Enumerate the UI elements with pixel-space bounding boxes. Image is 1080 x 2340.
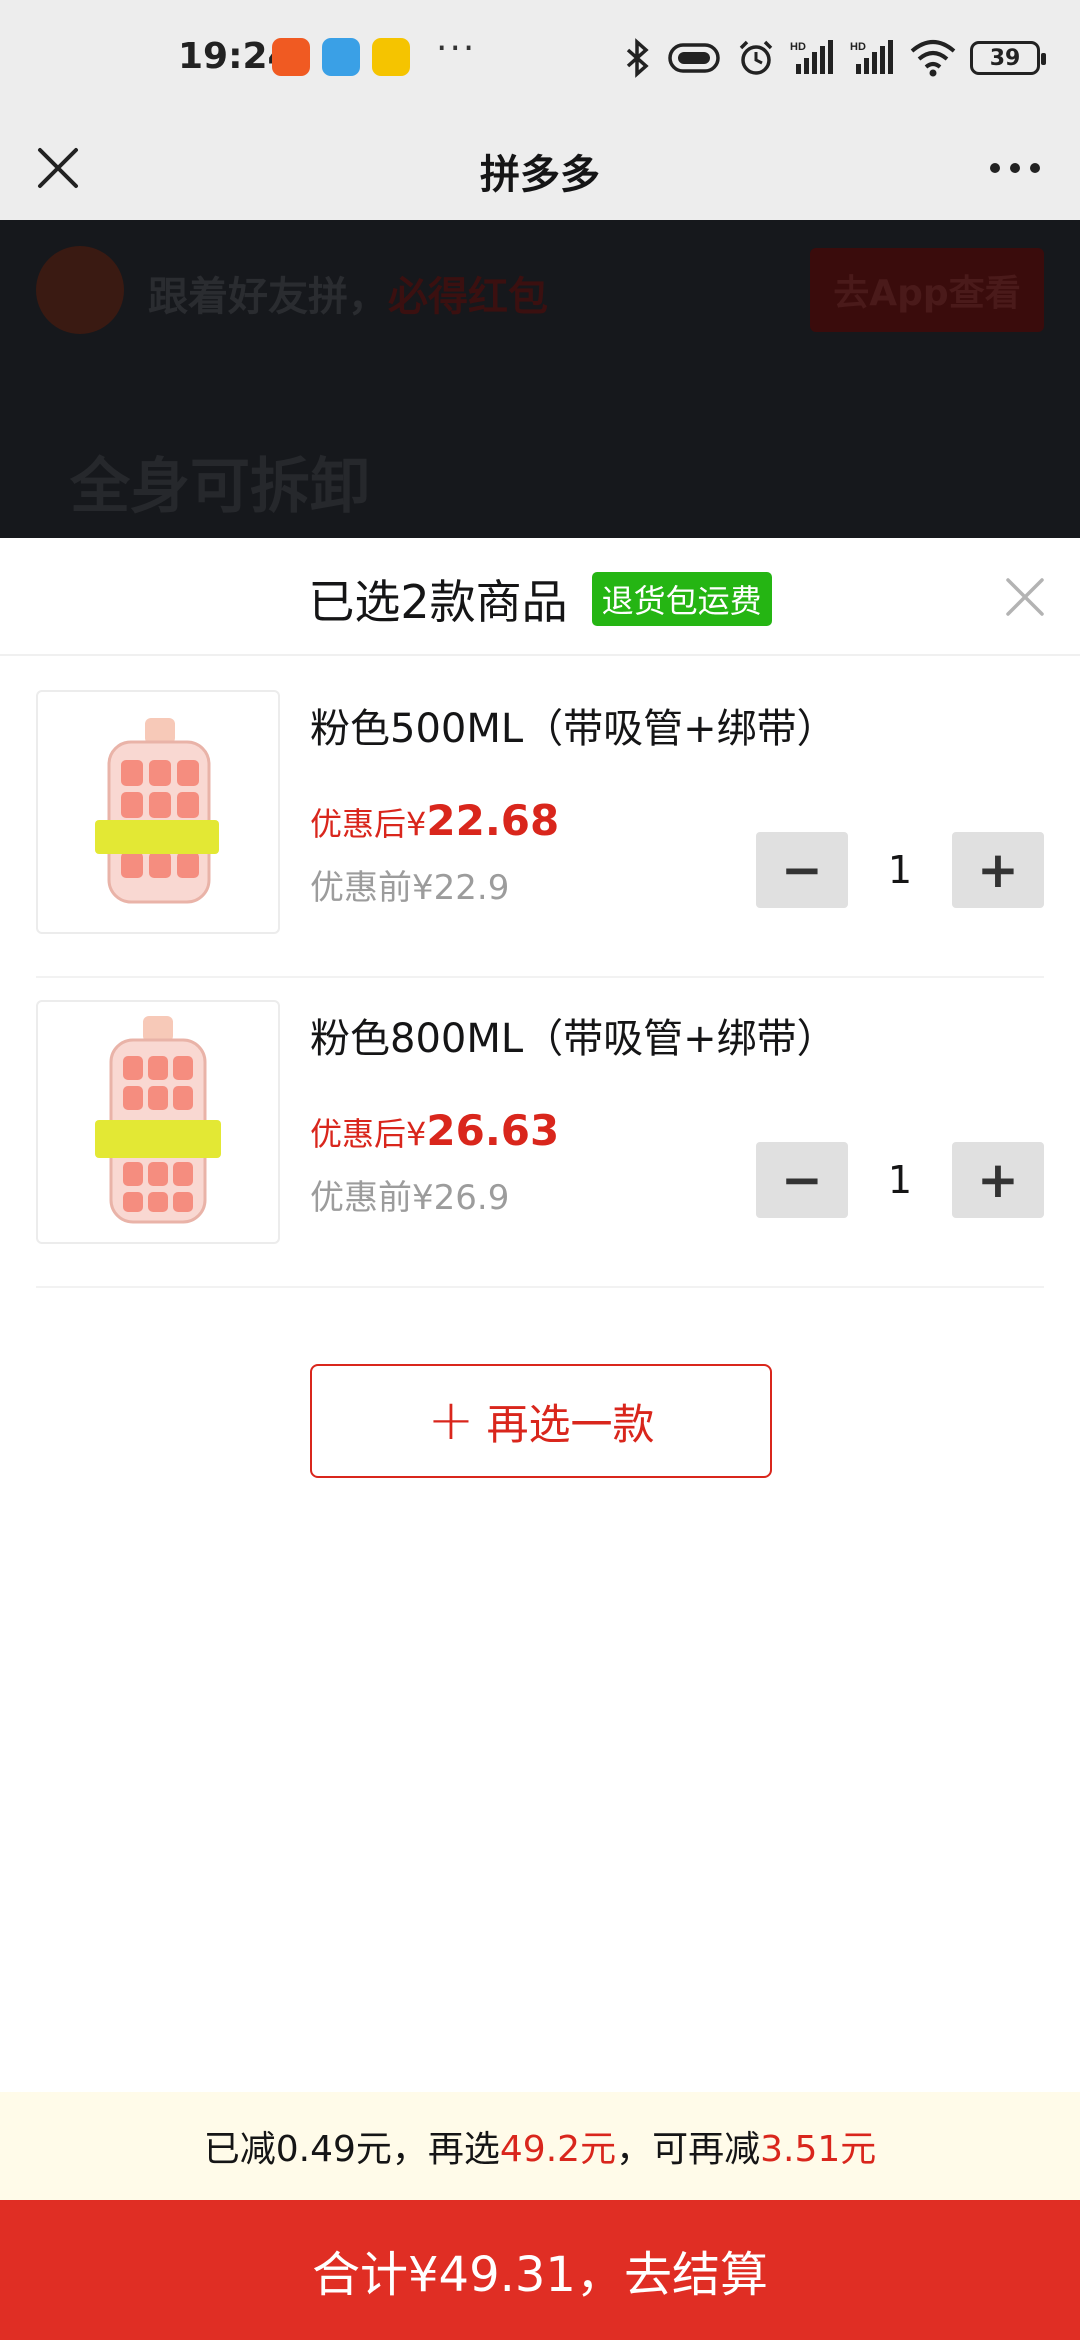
- close-icon[interactable]: [1000, 572, 1050, 622]
- add-another-item-label: 再选一款: [486, 1399, 655, 1449]
- checkout-button[interactable]: 合计¥49.31，去结算: [0, 2200, 1080, 2340]
- discounted-price-value: 26.63: [426, 1106, 560, 1155]
- svg-text:HD: HD: [790, 41, 806, 53]
- background-page-overlay[interactable]: 跟着好友拼，必得红包 去App查看 全身可拆卸: [0, 220, 1080, 538]
- decrease-quantity-button[interactable]: −: [756, 1142, 848, 1218]
- list-item: 粉色500ML（带吸管+绑带） 优惠后¥ 22.68 优惠前¥22.9 − 1 +: [36, 668, 1044, 978]
- water-bottle-image: [95, 718, 219, 904]
- app-notification-icon: [372, 38, 410, 76]
- invite-text: 跟着好友拼，必得红包: [148, 264, 548, 322]
- discounted-price: 优惠后¥ 22.68: [310, 796, 559, 845]
- promo-text-part2: ，可再减: [616, 2129, 761, 2170]
- invite-text-highlight: 必得红包: [388, 274, 548, 320]
- quantity-stepper: − 1 +: [756, 832, 1044, 908]
- sheet-title-row: 已选2款商品 退货包运费: [0, 566, 1080, 632]
- discounted-price-label: 优惠后¥: [310, 1115, 427, 1153]
- status-bar: 19:24 ··· HD HD 39: [0, 0, 1080, 118]
- add-another-item-button[interactable]: + 再选一款: [310, 1364, 772, 1478]
- app-notification-icon: [272, 38, 310, 76]
- promo-text-part1: 已减0.49元，再选: [203, 2129, 500, 2170]
- sheet-header: 已选2款商品 退货包运费: [0, 538, 1080, 656]
- discounted-price: 优惠后¥ 26.63: [310, 1106, 559, 1155]
- open-app-button[interactable]: 去App查看: [810, 248, 1044, 332]
- quantity-stepper: − 1 +: [756, 1142, 1044, 1218]
- list-item: 粉色800ML（带吸管+绑带） 优惠后¥ 26.63 优惠前¥26.9 − 1 +: [36, 978, 1044, 1288]
- vibrate-icon: [668, 43, 720, 73]
- promo-bar: 已减0.49元，再选 49.2元 ，可再减 3.51元: [0, 2092, 1080, 2200]
- page-title: 拼多多: [480, 152, 600, 198]
- bluetooth-icon: [626, 38, 649, 78]
- quantity-value[interactable]: 1: [848, 1142, 952, 1218]
- more-icon[interactable]: [980, 138, 1050, 198]
- more-notifications-icon: ···: [436, 28, 477, 69]
- invite-text-prefix: 跟着好友拼，: [148, 274, 388, 320]
- svg-text:HD: HD: [850, 41, 866, 53]
- plus-icon: +: [427, 1388, 475, 1453]
- increase-quantity-button[interactable]: +: [952, 1142, 1044, 1218]
- discounted-price-value: 22.68: [426, 796, 560, 845]
- product-image[interactable]: [36, 1000, 280, 1244]
- signal-hd-icon-2: HD: [850, 40, 893, 74]
- wifi-icon: [910, 40, 956, 77]
- status-icons: HD HD 39: [622, 36, 1046, 80]
- alarm-icon: [739, 40, 773, 75]
- free-return-badge: 退货包运费: [591, 572, 772, 626]
- original-price: 优惠前¥22.9: [310, 868, 510, 908]
- original-price: 优惠前¥26.9: [310, 1178, 510, 1218]
- promo-amount-remaining: 49.2元: [499, 2129, 617, 2170]
- app-notification-icon: [322, 38, 360, 76]
- promo-extra-discount: 3.51元: [760, 2129, 877, 2170]
- discounted-price-label: 优惠后¥: [310, 805, 427, 843]
- item-name: 粉色800ML（带吸管+绑带）: [310, 1016, 837, 1062]
- battery-icon: 39: [970, 41, 1046, 75]
- avatar: [36, 246, 124, 334]
- signal-hd-icon: HD: [790, 40, 833, 74]
- selected-items-sheet: 已选2款商品 退货包运费 粉色500ML（带吸管+绑带） 优惠后¥ 22.68 优…: [0, 538, 1080, 2340]
- sheet-title: 已选2款商品: [308, 575, 568, 629]
- water-bottle-image: [95, 1016, 221, 1224]
- quantity-value[interactable]: 1: [848, 832, 952, 908]
- decrease-quantity-button[interactable]: −: [756, 832, 848, 908]
- item-name: 粉色500ML（带吸管+绑带）: [310, 706, 837, 752]
- increase-quantity-button[interactable]: +: [952, 832, 1044, 908]
- product-headline: 全身可拆卸: [70, 452, 370, 522]
- nav-bar: 拼多多: [0, 118, 1080, 220]
- product-image[interactable]: [36, 690, 280, 934]
